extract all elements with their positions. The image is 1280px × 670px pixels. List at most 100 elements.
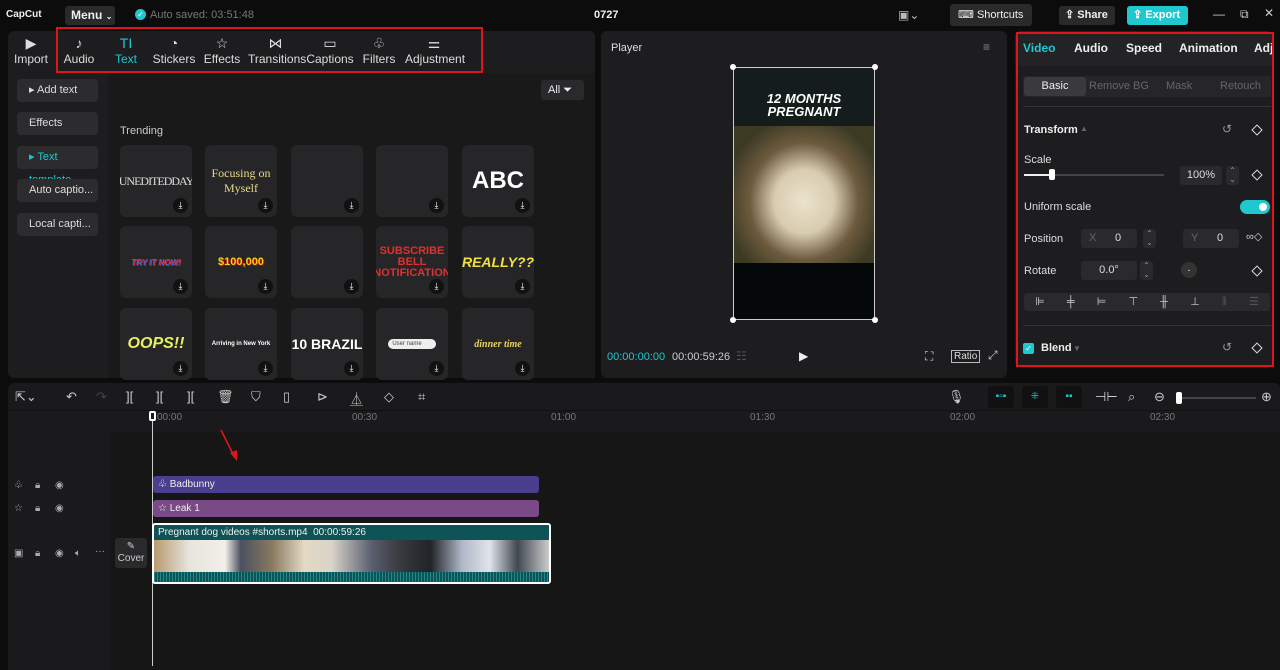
linkage-icon[interactable]: ▪▪	[1056, 386, 1082, 408]
resize-handle[interactable]	[730, 64, 736, 70]
rotate-icon[interactable]: ◇	[384, 389, 394, 405]
lock-icon[interactable]: 🔒︎	[35, 548, 40, 559]
shortcuts-button[interactable]: ⌨ Shortcuts	[950, 4, 1032, 26]
check-icon: ✓	[135, 9, 146, 20]
text-template-tile[interactable]: SUBSCRIBE BELL NOTIFICATION ⤓	[376, 226, 448, 298]
eye-icon[interactable]: ◉	[55, 503, 64, 514]
close-button[interactable]: ✕	[1264, 6, 1274, 20]
text-template-tile[interactable]: ⤓	[291, 226, 363, 298]
download-icon[interactable]: ⤓	[429, 361, 444, 376]
delete-icon[interactable]: 🗑︎	[217, 389, 234, 405]
more-icon[interactable]: ···	[95, 546, 105, 557]
main-track-magnet-icon[interactable]: ▪▫▪	[988, 386, 1014, 408]
layout-icon[interactable]: ▣⌄	[898, 8, 919, 22]
download-icon[interactable]: ⤓	[429, 198, 444, 213]
select-tool-icon[interactable]: ⇱⌄	[15, 389, 37, 405]
download-icon[interactable]: ⤓	[258, 279, 273, 294]
resize-handle[interactable]	[872, 64, 878, 70]
video-clip[interactable]: Pregnant dog videos #shorts.mp4 00:00:59…	[152, 523, 551, 584]
template-preview-text: 10 BRAZIL	[291, 336, 363, 352]
filter-all-button[interactable]: All ⏷	[541, 80, 584, 100]
download-icon[interactable]: ⤓	[173, 198, 188, 213]
sidebar-label: Add text	[36, 84, 78, 96]
playhead-handle[interactable]	[149, 411, 156, 421]
download-icon[interactable]: ⤓	[515, 279, 530, 294]
split-left-icon[interactable]: ][	[156, 389, 163, 404]
maximize-button[interactable]: ⧉	[1240, 7, 1249, 22]
timecode-grid-icon[interactable]: ☷	[736, 349, 747, 363]
video-preview[interactable]: 12 MONTHS PREGNANT	[733, 67, 875, 320]
download-icon[interactable]: ⤓	[429, 279, 444, 294]
download-icon[interactable]: ⤓	[258, 198, 273, 213]
filter-clip[interactable]: ♧ Badbunny	[153, 476, 539, 493]
lock-icon[interactable]: 🔒︎	[35, 503, 40, 514]
text-template-tile[interactable]: OOPS!! ⤓	[120, 308, 192, 380]
tab-import[interactable]: ▶︎ Import	[13, 34, 49, 66]
slider-handle[interactable]	[1176, 392, 1182, 404]
effect-clip[interactable]: ☆ Leak 1	[153, 500, 539, 517]
text-template-tile[interactable]: User name ⤓	[376, 308, 448, 380]
cover-button[interactable]: ✎ Cover	[115, 538, 147, 568]
audio-mute-icon[interactable]: 🔈︎	[75, 548, 81, 559]
divider	[8, 410, 1280, 411]
fullscreen-icon[interactable]: ⤢	[988, 348, 998, 363]
eye-icon[interactable]: ◉	[55, 480, 64, 491]
text-template-tile[interactable]: dinner time ⤓	[462, 308, 534, 380]
freeze-icon[interactable]: ▯	[283, 389, 290, 405]
text-template-tile[interactable]: REALLY?? ⤓	[462, 226, 534, 298]
export-label: Export	[1145, 9, 1181, 21]
sidebar-label: Local capti...	[29, 218, 91, 230]
ratio-button[interactable]: Ratio	[951, 350, 981, 363]
resize-handle[interactable]	[872, 317, 878, 323]
auto-snap-icon[interactable]: ⁜	[1022, 386, 1048, 408]
zoom-out-icon[interactable]: ⊖	[1154, 389, 1165, 405]
zoom-fit-icon[interactable]: ⛶	[925, 349, 933, 364]
marker-icon[interactable]: ⛉	[251, 389, 261, 405]
preview-axis-icon[interactable]: ⌕	[1128, 389, 1135, 405]
download-icon[interactable]: ⤓	[173, 279, 188, 294]
download-icon[interactable]: ⤓	[258, 361, 273, 376]
text-template-tile[interactable]: Arriving in New York ⤓	[205, 308, 277, 380]
text-template-tile[interactable]: TRY IT NOW! ⤓	[120, 226, 192, 298]
player-menu-icon[interactable]: ≡	[983, 40, 990, 54]
download-icon[interactable]: ⤓	[173, 361, 188, 376]
microphone-icon[interactable]: 🎙︎	[948, 389, 965, 405]
crop-icon[interactable]: ⌗	[418, 389, 425, 405]
sidebar-item-add-text[interactable]: ▸ Add text	[17, 79, 98, 102]
split-right-icon[interactable]: ][	[187, 389, 194, 404]
play-button[interactable]: ▶	[799, 349, 808, 363]
download-icon[interactable]: ⤓	[344, 361, 359, 376]
sidebar-item-local-captions[interactable]: Local capti...	[17, 213, 98, 236]
mirror-icon[interactable]: ⏅	[350, 389, 363, 408]
sidebar-item-effects[interactable]: Effects	[17, 112, 98, 135]
current-time: 00:00:00:00	[607, 351, 666, 363]
menu-button[interactable]: Menu ⌄	[65, 6, 115, 25]
text-template-tile[interactable]: ⤓	[291, 145, 363, 217]
text-template-tile[interactable]: 10 BRAZIL ⤓	[291, 308, 363, 380]
text-template-tile[interactable]: ABC ⤓	[462, 145, 534, 217]
text-template-tile[interactable]: ⤓	[376, 145, 448, 217]
text-template-tile[interactable]: UNEDITEDDAY ⤓	[120, 145, 192, 217]
zoom-in-icon[interactable]: ⊕	[1261, 389, 1272, 405]
download-icon[interactable]: ⤓	[515, 198, 530, 213]
undo-icon[interactable]: ↶	[66, 389, 77, 405]
share-button[interactable]: ⇪ Share	[1059, 6, 1115, 25]
sidebar-item-text-template[interactable]: ▸ Text template	[17, 146, 98, 186]
lock-icon[interactable]: 🔒︎	[35, 480, 40, 491]
reverse-icon[interactable]: ⊳	[317, 389, 328, 405]
split-icon[interactable]: ][	[126, 389, 133, 404]
download-icon[interactable]: ⤓	[344, 279, 359, 294]
eye-icon[interactable]: ◉	[55, 548, 64, 559]
split-preview-icon[interactable]: ⊣⊢	[1095, 389, 1118, 405]
red-arrow-annotation	[220, 429, 237, 461]
minimize-button[interactable]: —	[1213, 7, 1225, 21]
text-template-tile[interactable]: Focusing on Myself ⤓	[205, 145, 277, 217]
zoom-slider[interactable]	[1176, 392, 1256, 404]
sidebar-item-auto-captions[interactable]: Auto captio...	[17, 179, 98, 202]
text-template-tile[interactable]: $100,000 ⤓	[205, 226, 277, 298]
download-icon[interactable]: ⤓	[344, 198, 359, 213]
resize-handle[interactable]	[730, 317, 736, 323]
download-icon[interactable]: ⤓	[515, 361, 530, 376]
export-button[interactable]: ⇪ Export	[1127, 6, 1188, 25]
redo-icon[interactable]: ↷	[96, 389, 107, 405]
